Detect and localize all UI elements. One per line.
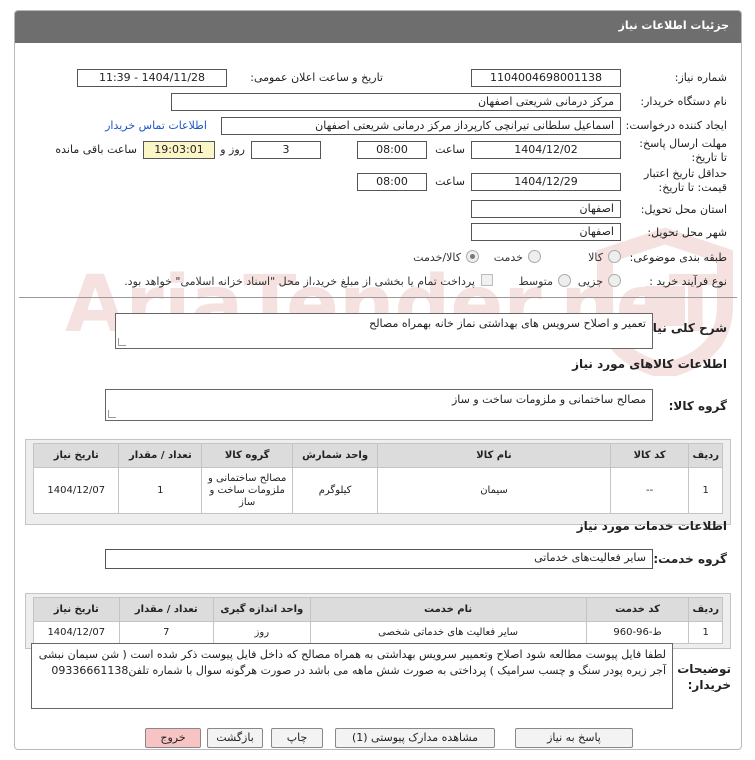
goods-cell-index: 1 xyxy=(688,467,723,514)
remaining-time-field[interactable]: 19:03:01 xyxy=(143,141,215,159)
announce-field[interactable]: 1404/11/28 - 11:39 xyxy=(77,69,227,87)
process-radio-medium[interactable] xyxy=(558,274,571,287)
panel-titlebar: جزئیات اطلاعات نیاز xyxy=(15,11,741,43)
goods-cell-unit: کیلوگرم xyxy=(292,467,379,514)
goods-col-name: نام کالا xyxy=(377,443,611,468)
requester-label: ایجاد کننده درخواست: xyxy=(625,119,727,132)
category-radio-goods[interactable] xyxy=(608,250,621,263)
treasury-note: پرداخت تمام یا بخشی از مبلغ خرید،از محل … xyxy=(124,275,475,288)
services-table: ردیف کد خدمت نام خدمت واحد اندازه گیری ت… xyxy=(33,597,723,644)
details-panel: جزئیات اطلاعات نیاز AriaTender.neT شماره… xyxy=(14,10,742,750)
exit-button[interactable]: خروج xyxy=(145,728,201,748)
deadline-days-label: روز و xyxy=(220,143,245,156)
services-col-date: تاریخ نیاز xyxy=(33,597,120,622)
buyer-org-label: نام دستگاه خریدار: xyxy=(640,95,727,108)
summary-text: تعمیر و اصلاح سرویس های بهداشتی نماز خان… xyxy=(369,317,646,330)
services-col-name: نام خدمت xyxy=(309,597,587,622)
deadline-time-label: ساعت xyxy=(435,143,465,156)
buyer-contact-link[interactable]: اطلاعات تماس خریدار xyxy=(105,119,207,132)
goods-cell-date: 1404/12/07 xyxy=(32,467,120,514)
services-col-index: ردیف xyxy=(688,597,723,622)
view-attachments-button[interactable]: مشاهده مدارک پیوستی (1) xyxy=(335,728,495,748)
goods-section-title: اطلاعات کالاهای مورد نیاز xyxy=(572,357,727,371)
goods-cell-name: سیمان xyxy=(377,467,611,514)
services-col-qty: تعداد / مقدار xyxy=(118,597,215,622)
buyer-notes-text: لطفا فایل پیوست مطالعه شود اصلاح وتعمییر… xyxy=(38,648,666,677)
services-cell-index: 1 xyxy=(688,621,723,644)
category-radio-service[interactable] xyxy=(528,250,541,263)
validity-date-field[interactable]: 1404/12/29 xyxy=(471,173,621,191)
goods-col-date: تاریخ نیاز xyxy=(32,443,120,468)
treasury-checkbox[interactable] xyxy=(481,274,493,286)
goods-group-label: گروه کالا: xyxy=(668,399,727,413)
services-group-field[interactable]: سایر فعالیت‌های خدماتی xyxy=(105,549,653,569)
reply-button[interactable]: پاسخ به نیاز xyxy=(515,728,633,748)
process-option-medium: متوسط xyxy=(518,275,553,288)
city-field[interactable]: اصفهان xyxy=(471,223,621,241)
table-row[interactable]: 1 ط-96-960 سایر فعالیت های خدماتی شخصی ر… xyxy=(33,621,723,644)
buyer-org-field[interactable]: مرکز درمانی شریعتی اصفهان xyxy=(171,93,621,111)
services-cell-date: 1404/12/07 xyxy=(33,621,120,644)
province-label: استان محل تحویل: xyxy=(640,203,727,216)
goods-cell-code: -- xyxy=(609,467,690,514)
deadline-label: مهلت ارسال پاسخ: تا تاریخ: xyxy=(639,137,727,164)
goods-table: ردیف کد کالا نام کالا واحد شمارش گروه کا… xyxy=(32,443,723,514)
services-group-label: گروه خدمت: xyxy=(653,552,727,566)
services-col-unit: واحد اندازه گیری xyxy=(213,597,311,622)
province-field[interactable]: اصفهان xyxy=(471,200,621,218)
services-cell-code: ط-96-960 xyxy=(585,621,690,644)
resize-grip-icon[interactable] xyxy=(108,410,116,418)
deadline-date-field[interactable]: 1404/12/02 xyxy=(471,141,621,159)
buyer-notes-label: توضیحات خریدار: xyxy=(677,662,731,692)
validity-time-field[interactable]: 08:00 xyxy=(357,173,427,191)
announce-label: تاریخ و ساعت اعلان عمومی: xyxy=(250,71,383,84)
summary-field[interactable]: تعمیر و اصلاح سرویس های بهداشتی نماز خان… xyxy=(115,313,653,349)
watermark-logo: AriaTender.neT xyxy=(65,227,733,376)
divider xyxy=(19,297,737,298)
need-number-label: شماره نیاز: xyxy=(674,71,727,84)
remaining-time-label: ساعت باقی مانده xyxy=(55,143,137,156)
requester-field[interactable]: اسماعیل سلطانی تیرانچی کارپرداز مرکز درم… xyxy=(221,117,621,135)
back-button[interactable]: بازگشت xyxy=(207,728,263,748)
goods-col-index: ردیف xyxy=(688,443,723,468)
resize-grip-icon[interactable] xyxy=(118,338,126,346)
category-option-goods: کالا xyxy=(588,251,603,264)
summary-label: شرح کلی نیاز: xyxy=(641,321,727,335)
services-cell-unit: روز xyxy=(213,621,311,644)
city-label: شهر محل تحویل: xyxy=(647,226,727,239)
goods-cell-qty: 1 xyxy=(118,467,203,514)
category-option-service: خدمت xyxy=(493,251,523,264)
process-label: نوع فرآیند خرید : xyxy=(649,275,727,288)
category-option-goods-service: کالا/خدمت xyxy=(413,251,461,264)
goods-col-code: کد کالا xyxy=(609,443,690,468)
panel-title: جزئیات اطلاعات نیاز xyxy=(618,19,730,32)
goods-group-text: مصالح ساختمانی و ملزومات ساخت و ساز xyxy=(451,393,646,406)
goods-col-group: گروه کالا xyxy=(201,443,294,468)
print-button[interactable]: چاپ xyxy=(271,728,323,748)
goods-cell-group: مصالح ساختمانی و ملزومات ساخت و ساز xyxy=(201,467,294,514)
goods-col-qty: تعداد / مقدار xyxy=(118,443,203,468)
goods-col-unit: واحد شمارش xyxy=(292,443,379,468)
services-cell-qty: 7 xyxy=(118,621,215,644)
process-option-partial: جزیی xyxy=(577,275,603,288)
goods-group-field[interactable]: مصالح ساختمانی و ملزومات ساخت و ساز xyxy=(105,389,653,421)
validity-time-label: ساعت xyxy=(435,175,465,188)
services-section-title: اطلاعات خدمات مورد نیاز xyxy=(576,519,727,533)
need-number-field[interactable]: 1104004698001138 xyxy=(471,69,621,87)
deadline-days-field[interactable]: 3 xyxy=(251,141,321,159)
validity-label: حداقل تاریخ اعتبار قیمت: تا تاریخ: xyxy=(643,167,727,194)
category-radio-goods-service[interactable] xyxy=(466,250,479,263)
services-col-code: کد خدمت xyxy=(585,597,690,622)
category-label: طبقه بندی موضوعی: xyxy=(629,251,727,264)
process-radio-partial[interactable] xyxy=(608,274,621,287)
deadline-time-field[interactable]: 08:00 xyxy=(357,141,427,159)
table-row[interactable]: 1 -- سیمان کیلوگرم مصالح ساختمانی و ملزو… xyxy=(32,467,723,514)
services-cell-name: سایر فعالیت های خدماتی شخصی xyxy=(309,621,587,644)
buyer-notes-field[interactable]: لطفا فایل پیوست مطالعه شود اصلاح وتعمییر… xyxy=(31,643,673,709)
